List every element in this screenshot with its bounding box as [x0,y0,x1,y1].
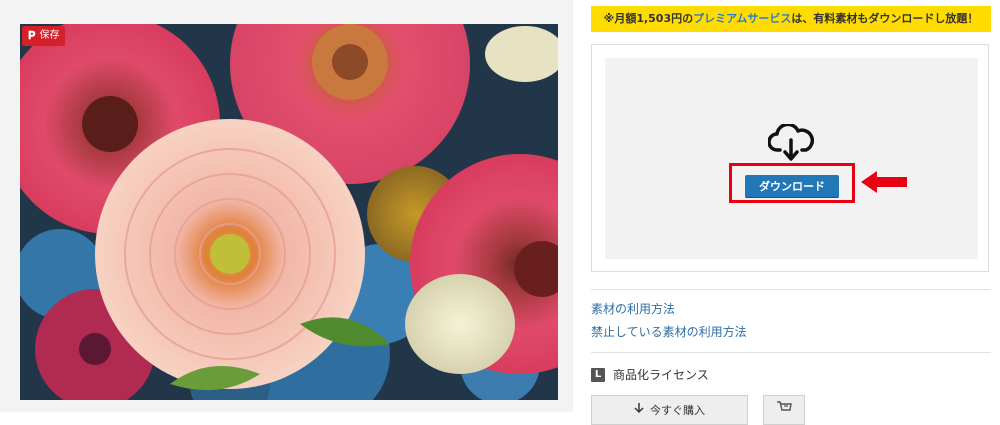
download-area: ダウンロード [605,58,978,259]
buy-now-label: 今すぐ購入 [650,404,705,417]
divider-top [591,289,991,290]
premium-promo-banner[interactable]: ※月額1,503円のプレミアムサービスは、有料素材もダウンロードし放題！ [591,6,991,32]
flower-bouquet-photo [20,24,558,400]
flower-photo[interactable] [20,24,558,400]
prohibited-usage-link[interactable]: 禁止している素材の利用方法 [591,323,747,340]
download-box: ダウンロード [591,44,989,272]
promo-suffix: は、有料素材もダウンロードし放題！ [791,12,979,25]
promo-prefix: ※月額1,503円の [603,12,694,25]
license-badge: L [591,367,605,382]
license-row: L 商品化ライセンス [591,366,709,383]
cloud-download-icon [768,124,814,161]
red-arrow-left-icon [861,171,907,193]
premium-service-link[interactable]: プレミアムサービス [693,12,791,25]
usage-guide-link[interactable]: 素材の利用方法 [591,300,675,317]
download-arrow-icon [634,403,644,414]
divider-bottom [591,352,991,353]
pinterest-save-button[interactable]: 𝐏 保存 [22,26,66,46]
buy-now-button[interactable]: 今すぐ購入 [591,395,748,425]
download-button[interactable]: ダウンロード [745,175,839,197]
add-to-cart-button[interactable] [763,395,805,425]
photo-panel: 𝐏 保存 [0,0,573,412]
commercial-license-label: 商品化ライセンス [613,368,709,382]
pinterest-icon: 𝐏 [28,29,36,42]
download-highlight-frame: ダウンロード [729,163,855,203]
pinterest-save-label: 保存 [39,30,60,41]
